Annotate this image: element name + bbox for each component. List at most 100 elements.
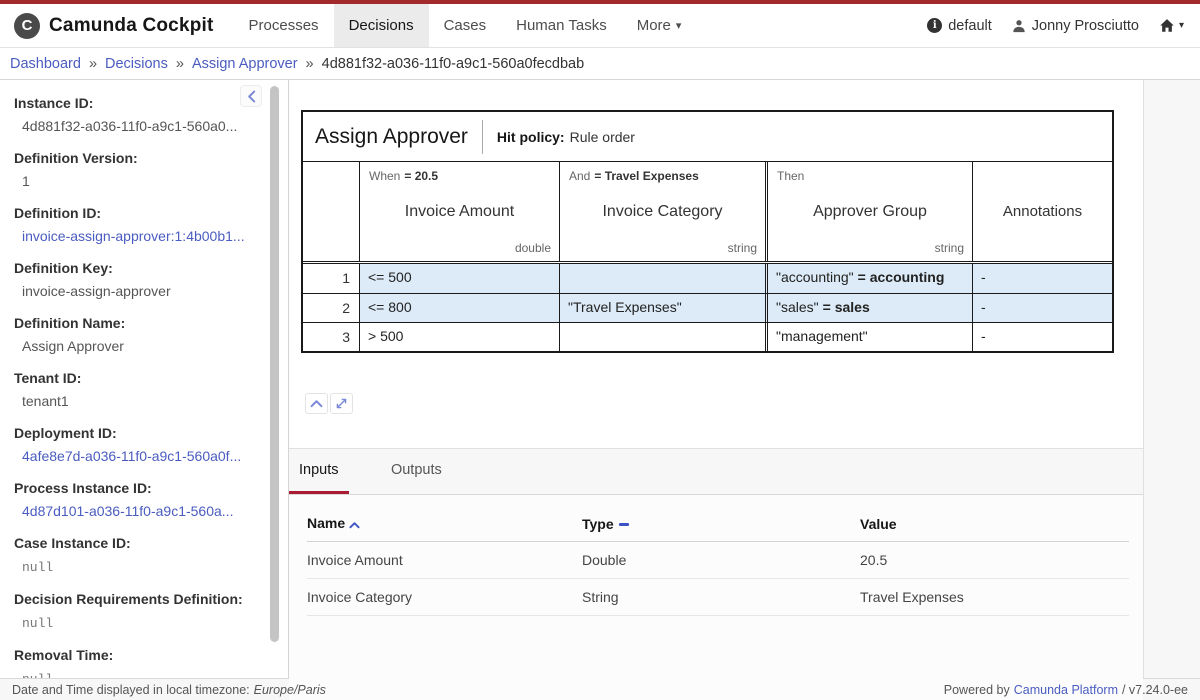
timezone-note: Date and Time displayed in local timezon… (12, 683, 326, 697)
sidebar-scrollbar[interactable] (270, 86, 279, 642)
nav-item-human-tasks[interactable]: Human Tasks (501, 4, 622, 47)
right-gutter (1143, 80, 1200, 678)
field-decision-requirements-definition: Decision Requirements Definition: null (14, 590, 262, 634)
decision-table-columns: When= 20.5 Invoice Amount double And= Tr… (303, 162, 1112, 261)
input-column-invoice-category: And= Travel Expenses Invoice Category st… (559, 162, 765, 261)
field-deployment-id: Deployment ID: 4afe8e7d-a036-11f0-a9c1-5… (14, 424, 262, 467)
column-name: Annotations (973, 162, 1112, 261)
deployment-id-link[interactable]: 4afe8e7d-a036-11f0-a9c1-560a0f... (22, 448, 241, 464)
field-definition-id: Definition ID: invoice-assign-approver:1… (14, 204, 262, 247)
rule-number: 2 (303, 294, 359, 322)
tab-outputs[interactable]: Outputs (381, 449, 452, 494)
main-content: Assign Approver Hit policy: Rule order W… (289, 80, 1143, 678)
user-icon (1012, 19, 1026, 33)
breadcrumb-dashboard[interactable]: Dashboard (10, 56, 81, 72)
powered-by: Powered byCamunda Platform/ v7.24.0-ee (944, 683, 1188, 697)
field-label: Definition Name: (14, 314, 262, 333)
home-icon (1159, 18, 1175, 33)
canvas-controls (305, 393, 1143, 414)
instance-details-sidebar: Instance ID: 4d881f32-a036-11f0-a9c1-560… (0, 80, 289, 678)
decision-table-rules: 1 <= 500 "accounting"= accounting - 2 <=… (303, 261, 1112, 351)
input-value: Travel Expenses (860, 579, 1129, 616)
field-value: 4d881f32-a036-11f0-a9c1-560a0... (14, 116, 262, 137)
chevron-down-icon: ▾ (1179, 20, 1184, 31)
breadcrumb-current-id: 4d881f32-a036-11f0-a9c1-560a0fecdbab (322, 56, 585, 72)
field-label: Tenant ID: (14, 369, 262, 388)
field-label: Decision Requirements Definition: (14, 590, 262, 609)
camunda-platform-link[interactable]: Camunda Platform (1014, 683, 1118, 697)
camunda-logo-icon: C (14, 13, 40, 39)
sort-header-type[interactable]: Type (582, 507, 860, 542)
field-value: 1 (14, 171, 262, 192)
rule-cell: "Travel Expenses" (559, 294, 765, 322)
io-tab-bar: Inputs Outputs (289, 448, 1143, 495)
field-label: Definition Key: (14, 259, 262, 278)
decision-table: Assign Approver Hit policy: Rule order W… (301, 110, 1114, 353)
decision-table-header: Assign Approver Hit policy: Rule order (303, 112, 1112, 162)
field-value: invoice-assign-approver (14, 281, 262, 302)
brand[interactable]: C Camunda Cockpit (14, 4, 214, 47)
input-type: String (582, 579, 860, 616)
field-process-instance-id: Process Instance ID: 4d87d101-a036-11f0-… (14, 479, 262, 522)
user-menu[interactable]: Jonny Prosciutto (1012, 18, 1139, 34)
maximize-panel-button[interactable] (330, 393, 353, 414)
process-instance-id-link[interactable]: 4d87d101-a036-11f0-a9c1-560a... (22, 503, 233, 519)
input-name: Invoice Category (307, 579, 582, 616)
input-name: Invoice Amount (307, 542, 582, 579)
rule-row-3: 3 > 500 "management" - (303, 322, 1112, 351)
hit-policy-value: Rule order (570, 129, 635, 145)
collapse-panel-button[interactable] (305, 393, 328, 414)
engine-selector[interactable]: i default (927, 18, 992, 34)
definition-id-link[interactable]: invoice-assign-approver:1:4b00b1... (22, 228, 245, 244)
tab-inputs[interactable]: Inputs (289, 449, 349, 494)
chevron-left-icon (247, 90, 256, 103)
sort-none-icon (619, 523, 629, 526)
rule-cell: > 500 (359, 323, 559, 351)
app-switcher[interactable]: ▾ (1159, 18, 1184, 33)
rule-number: 1 (303, 264, 359, 293)
info-icon: i (927, 18, 942, 33)
header-value: Value (860, 507, 1129, 542)
column-type: string (935, 241, 964, 255)
breadcrumb-decisions[interactable]: Decisions (105, 56, 168, 72)
field-tenant-id: Tenant ID: tenant1 (14, 369, 262, 412)
field-definition-name: Definition Name: Assign Approver (14, 314, 262, 357)
rule-annotation-cell: - (972, 294, 1112, 322)
field-label: Definition Version: (14, 149, 262, 168)
chevron-up-icon (310, 399, 323, 408)
input-row: Invoice Amount Double 20.5 (307, 542, 1129, 579)
field-value: Assign Approver (14, 336, 262, 357)
input-value: 20.5 (860, 542, 1129, 579)
rule-row-1-matched: 1 <= 500 "accounting"= accounting - (303, 264, 1112, 293)
field-case-instance-id: Case Instance ID: null (14, 534, 262, 578)
field-label: Process Instance ID: (14, 479, 262, 498)
timezone-value: Europe/Paris (254, 683, 326, 697)
row-number-column-header (303, 162, 359, 261)
rule-cell: <= 800 (359, 294, 559, 322)
annotations-column: Annotations (972, 162, 1112, 261)
main-nav: Processes Decisions Cases Human Tasks Mo… (234, 4, 697, 47)
rule-cell: "accounting"= accounting (765, 264, 972, 293)
sidebar-collapse-button[interactable] (240, 85, 262, 107)
sort-header-name[interactable]: Name (307, 507, 582, 542)
navbar-right: i default Jonny Prosciutto ▾ (907, 4, 1200, 47)
nav-item-decisions[interactable]: Decisions (334, 4, 429, 47)
nav-item-processes[interactable]: Processes (234, 4, 334, 47)
rule-row-2-matched: 2 <= 800 "Travel Expenses" "sales"= sale… (303, 293, 1112, 322)
field-label: Deployment ID: (14, 424, 262, 443)
inputs-table: Name Type Value Invoice Amount Double 20… (307, 507, 1129, 616)
column-type: string (728, 241, 757, 255)
input-type: Double (582, 542, 860, 579)
input-column-invoice-amount: When= 20.5 Invoice Amount double (359, 162, 559, 261)
field-label: Removal Time: (14, 646, 262, 665)
input-row: Invoice Category String Travel Expenses (307, 579, 1129, 616)
dmn-canvas: Assign Approver Hit policy: Rule order W… (289, 110, 1143, 448)
nav-item-cases[interactable]: Cases (429, 4, 502, 47)
field-value: null (22, 560, 53, 575)
navbar: C Camunda Cockpit Processes Decisions Ca… (0, 4, 1200, 48)
rule-cell: <= 500 (359, 264, 559, 293)
nav-item-more[interactable]: More▾ (622, 4, 697, 47)
breadcrumb-definition[interactable]: Assign Approver (192, 56, 298, 72)
user-name: Jonny Prosciutto (1032, 18, 1139, 34)
rule-cell (559, 264, 765, 293)
